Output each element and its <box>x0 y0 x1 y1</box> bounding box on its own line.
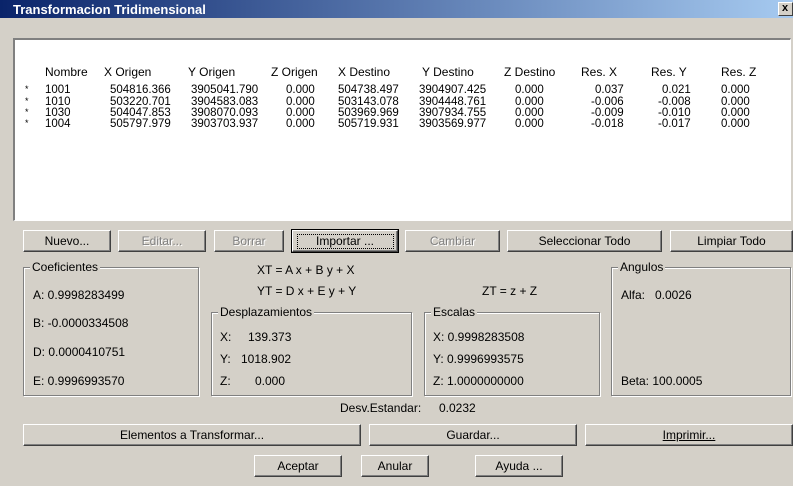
cell-nombre: 1030 <box>45 107 71 119</box>
column-header-z-destino[interactable]: Z Destino <box>504 65 555 79</box>
cell-y-destino: 3907934.755 <box>419 107 487 119</box>
despl-z-label: Z: <box>220 374 231 388</box>
column-header-res-z[interactable]: Res. Z <box>721 65 756 79</box>
window-title: Transformacion Tridimensional <box>13 2 206 17</box>
column-header-res-y[interactable]: Res. Y <box>651 65 687 79</box>
escala-y: Y: 0.9996993575 <box>433 352 524 366</box>
row-marker: * <box>25 96 29 106</box>
despl-z-value: 0.000 <box>255 374 286 388</box>
coef-b: B: -0.0000334508 <box>33 316 129 330</box>
column-header-res-x[interactable]: Res. X <box>581 65 617 79</box>
cell-y-origen: 3905041.790 <box>191 84 259 96</box>
cell-nombre: 1001 <box>45 84 71 96</box>
beta-value: Beta: 100.0005 <box>621 374 703 388</box>
despl-y-value: 1018.902 <box>241 352 292 366</box>
cell-y-origen: 3908070.093 <box>191 107 259 119</box>
anular-button[interactable]: Anular <box>361 455 429 477</box>
cell-x-destino: 503969.969 <box>338 107 399 119</box>
column-header-nombre[interactable]: Nombre <box>45 65 88 79</box>
despl-x-label: X: <box>220 330 232 344</box>
cell-y-destino: 3904448.761 <box>419 96 487 108</box>
alfa-value: 0.0026 <box>655 288 692 302</box>
cell-z-destino: 0.000 <box>515 107 544 119</box>
row-marker: * <box>25 84 29 94</box>
despl-y-label: Y: <box>220 352 231 366</box>
cell-x-destino: 505719.931 <box>338 118 399 130</box>
cell-z-destino: 0.000 <box>515 96 544 108</box>
cell-res-x: -0.018 <box>591 118 624 130</box>
coeficientes-title: Coeficientes <box>30 260 101 274</box>
cell-x-origen: 505797.979 <box>110 118 171 130</box>
ayuda-button[interactable]: Ayuda ... <box>475 455 563 477</box>
cell-res-z: 0.000 <box>721 107 750 119</box>
guardar-button[interactable]: Guardar... <box>369 424 577 446</box>
alfa-label: Alfa: <box>621 288 646 302</box>
escala-z: Z: 1.0000000000 <box>433 374 524 388</box>
desplazamientos-title: Desplazamientos <box>218 305 315 319</box>
cell-x-origen: 504047.853 <box>110 107 171 119</box>
cell-res-z: 0.000 <box>721 96 750 108</box>
cell-res-z: 0.000 <box>721 118 750 130</box>
close-button[interactable]: x <box>778 2 793 16</box>
elementos-a-transformar-button[interactable]: Elementos a Transformar... <box>23 424 361 446</box>
editar-button[interactable]: Editar... <box>118 230 206 252</box>
cell-x-origen: 503220.701 <box>110 96 171 108</box>
cell-z-origen: 0.000 <box>286 118 315 130</box>
cell-z-origen: 0.000 <box>286 96 315 108</box>
coef-d: D: 0.0000410751 <box>33 345 126 359</box>
cell-res-y: -0.008 <box>658 96 691 108</box>
focus-rectangle <box>297 234 394 249</box>
cell-nombre: 1004 <box>45 118 71 130</box>
column-header-z-origen[interactable]: Z Origen <box>271 65 318 79</box>
cell-x-destino: 504738.497 <box>338 84 399 96</box>
column-header-x-origen[interactable]: X Origen <box>104 65 151 79</box>
escalas-title: Escalas <box>431 305 478 319</box>
escala-x: X: 0.9998283508 <box>433 330 525 344</box>
formula-xt: XT = A x + B y + X <box>257 263 355 277</box>
cell-nombre: 1010 <box>45 96 71 108</box>
angulos-title: Angulos <box>618 260 666 274</box>
desv-estandar-value: 0.0232 <box>439 401 476 415</box>
cambiar-button[interactable]: Cambiar <box>405 230 500 252</box>
formula-yt: YT = D x + E y + Y <box>257 284 357 298</box>
cell-y-origen: 3904583.083 <box>191 96 259 108</box>
column-header-y-destino[interactable]: Y Destino <box>422 65 474 79</box>
borrar-button[interactable]: Borrar <box>214 230 284 252</box>
cell-res-y: -0.017 <box>658 118 691 130</box>
column-header-x-destino[interactable]: X Destino <box>338 65 390 79</box>
cell-y-destino: 3904907.425 <box>419 84 487 96</box>
cell-x-origen: 504816.366 <box>110 84 171 96</box>
imprimir-button[interactable]: Imprimir... <box>585 424 793 446</box>
cell-res-z: 0.000 <box>721 84 750 96</box>
cell-y-origen: 3903703.937 <box>191 118 259 130</box>
cell-res-x: -0.009 <box>591 107 624 119</box>
points-list[interactable]: Nombre X Origen Y Origen Z Origen X Dest… <box>13 38 791 221</box>
cell-res-x: 0.037 <box>595 84 624 96</box>
aceptar-button[interactable]: Aceptar <box>254 455 342 477</box>
cell-res-x: -0.006 <box>591 96 624 108</box>
despl-x-value: 139.373 <box>248 330 292 344</box>
cell-z-origen: 0.000 <box>286 84 315 96</box>
seleccionar-todo-button[interactable]: Seleccionar Todo <box>507 230 662 252</box>
cell-res-y: 0.021 <box>662 84 691 96</box>
row-marker: * <box>25 118 29 128</box>
limpiar-todo-button[interactable]: Limpiar Todo <box>670 230 793 252</box>
column-header-y-origen[interactable]: Y Origen <box>188 65 235 79</box>
formula-zt: ZT = z + Z <box>482 284 538 298</box>
cell-res-y: -0.010 <box>658 107 691 119</box>
cell-z-destino: 0.000 <box>515 84 544 96</box>
nuevo-button[interactable]: Nuevo... <box>23 230 111 252</box>
cell-z-origen: 0.000 <box>286 107 315 119</box>
desv-estandar-label: Desv.Estandar: <box>340 401 422 415</box>
row-marker: * <box>25 107 29 117</box>
coef-a: A: 0.9998283499 <box>33 288 125 302</box>
cell-y-destino: 3903569.977 <box>419 118 487 130</box>
coef-e: E: 0.9996993570 <box>33 374 125 388</box>
cell-z-destino: 0.000 <box>515 118 544 130</box>
cell-x-destino: 503143.078 <box>338 96 399 108</box>
